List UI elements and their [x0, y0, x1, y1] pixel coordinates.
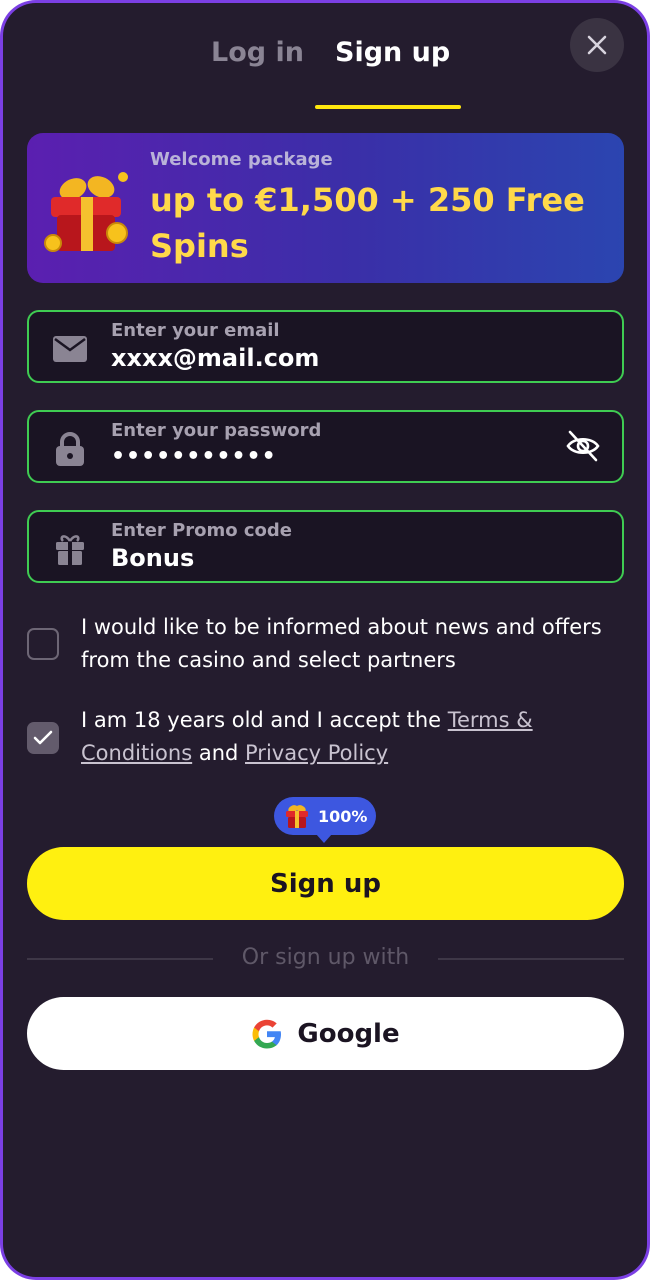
close-button[interactable] [570, 18, 624, 72]
email-field[interactable]: Enter your email xxxx@mail.com [27, 310, 624, 383]
signup-modal: Log in Sign up Welcome package up to €1,… [3, 3, 647, 1277]
bonus-badge: 100% [274, 797, 376, 843]
gift-box-icon [286, 805, 308, 828]
email-input[interactable]: xxxx@mail.com [111, 344, 551, 376]
toggle-password-visibility[interactable] [563, 426, 603, 466]
age-consent-prefix: I am 18 years old and I accept the [81, 708, 448, 732]
google-icon [252, 1019, 282, 1048]
tab-signup[interactable]: Sign up [335, 37, 450, 77]
social-divider: Or sign up with [27, 943, 624, 973]
google-signup-button[interactable]: Google [27, 997, 624, 1070]
password-input[interactable]: ••••••••••• [111, 444, 551, 476]
signup-button[interactable]: Sign up [27, 847, 624, 920]
mail-icon [53, 336, 87, 362]
checkmark-icon [33, 730, 53, 745]
age-consent-middle: and [192, 741, 246, 765]
password-label: Enter your password [111, 420, 322, 441]
banner-subtitle: Welcome package [150, 149, 333, 170]
close-icon [587, 35, 607, 55]
banner-title: up to €1,500 + 250 Free Spins [150, 181, 585, 265]
lock-icon [56, 432, 84, 466]
promo-label: Enter Promo code [111, 520, 293, 541]
age-consent-checkbox[interactable] [27, 722, 59, 754]
google-button-label: Google [297, 1018, 400, 1049]
welcome-banner: Welcome package up to €1,500 + 250 Free … [27, 133, 624, 283]
auth-tabs: Log in Sign up [3, 3, 647, 113]
news-consent-row: I would like to be informed about news a… [27, 611, 624, 681]
app-frame: Log in Sign up Welcome package up to €1,… [0, 0, 650, 1280]
news-consent-text: I would like to be informed about news a… [81, 615, 602, 672]
bonus-percent: 100% [318, 806, 368, 826]
age-consent-row: I am 18 years old and I accept the Terms… [27, 704, 624, 774]
promo-code-field[interactable]: Enter Promo code Bonus [27, 510, 624, 583]
age-consent-text: I am 18 years old and I accept the Terms… [81, 704, 611, 770]
active-tab-indicator [315, 105, 461, 109]
divider-text: Or sign up with [241, 945, 410, 970]
gift-icon [56, 535, 84, 565]
eye-off-icon [566, 430, 600, 462]
gift-box-icon [44, 172, 128, 252]
password-field[interactable]: Enter your password ••••••••••• [27, 410, 624, 483]
tab-login[interactable]: Log in [211, 37, 304, 77]
email-label: Enter your email [111, 320, 280, 341]
news-consent-checkbox[interactable] [27, 628, 59, 660]
privacy-link[interactable]: Privacy Policy [245, 741, 388, 765]
promo-input[interactable]: Bonus [111, 544, 551, 576]
